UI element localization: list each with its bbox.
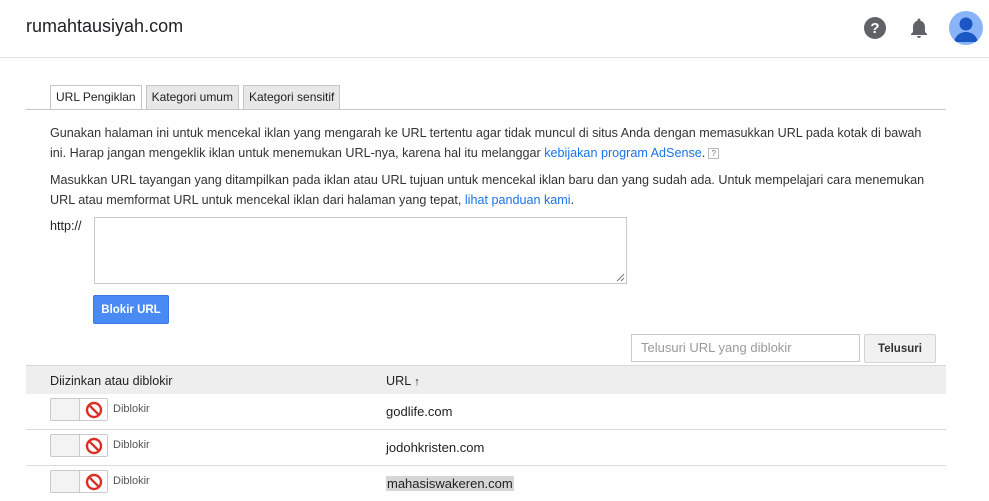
account-icon <box>954 17 978 42</box>
url-textarea[interactable] <box>94 217 627 284</box>
http-prefix-label: http:// <box>50 219 82 233</box>
column-status-header[interactable]: Diizinkan atau diblokir <box>50 374 173 388</box>
block-toggle[interactable] <box>50 470 108 493</box>
intro-text-1-end: . <box>701 145 706 160</box>
blocked-icon <box>85 437 102 454</box>
block-toggle[interactable] <box>50 398 108 421</box>
blocked-icon <box>85 401 102 418</box>
help-button[interactable]: ? <box>863 16 887 40</box>
intro-text-1: Gunakan halaman ini untuk mencekal iklan… <box>50 126 922 160</box>
status-label: Diblokir <box>113 475 150 487</box>
column-url-label: URL <box>386 374 411 388</box>
resize-grip-icon[interactable] <box>616 273 625 282</box>
block-url-button[interactable]: Blokir URL <box>93 295 169 324</box>
guide-link[interactable]: lihat panduan kami <box>465 193 571 207</box>
url-cell: jodohkristen.com <box>386 440 485 455</box>
tab-bar: URL Pengiklan Kategori umum Kategori sen… <box>50 85 344 110</box>
intro-paragraph-2: Masukkan URL tayangan yang ditampilkan p… <box>50 171 930 210</box>
url-cell-highlighted: mahasiswakeren.com <box>386 476 514 491</box>
table-row: Diblokir jodohkristen.com <box>26 430 946 466</box>
blocked-icon <box>85 473 102 490</box>
blocked-url-search-input[interactable]: Telusuri URL yang diblokir <box>631 334 860 362</box>
help-icon: ? <box>864 17 886 39</box>
bell-icon <box>911 18 927 38</box>
top-icons: ? <box>843 11 983 45</box>
top-bar: rumahtausiyah.com ? <box>0 0 989 58</box>
adsense-policy-link[interactable]: kebijakan program AdSense <box>544 146 702 160</box>
account-avatar[interactable] <box>949 11 983 45</box>
block-toggle[interactable] <box>50 434 108 457</box>
tab-divider <box>26 109 946 110</box>
intro-text-2-end: . <box>570 192 575 207</box>
table-header: Diizinkan atau diblokir URL ↑ <box>26 365 946 394</box>
status-label: Diblokir <box>113 403 150 415</box>
toggle-knob <box>79 435 107 456</box>
search-button[interactable]: Telusuri <box>864 334 936 363</box>
status-label: Diblokir <box>113 439 150 451</box>
tab-url-pengiklan[interactable]: URL Pengiklan <box>50 85 142 110</box>
toggle-knob <box>79 399 107 420</box>
intro-paragraph-1: Gunakan halaman ini untuk mencekal iklan… <box>50 124 930 163</box>
toggle-knob <box>79 471 107 492</box>
table-row: Diblokir mahasiswakeren.com <box>26 466 946 501</box>
tab-kategori-sensitif[interactable]: Kategori sensitif <box>242 85 341 110</box>
column-url-header[interactable]: URL ↑ <box>386 374 420 388</box>
table-row: Diblokir godlife.com <box>26 394 946 430</box>
url-cell: godlife.com <box>386 404 453 419</box>
notifications-button[interactable] <box>907 16 931 40</box>
tab-kategori-umum[interactable]: Kategori umum <box>145 85 239 110</box>
site-name: rumahtausiyah.com <box>26 16 184 36</box>
help-question-icon[interactable]: ? <box>708 147 720 159</box>
sort-arrow-icon: ↑ <box>414 376 420 388</box>
